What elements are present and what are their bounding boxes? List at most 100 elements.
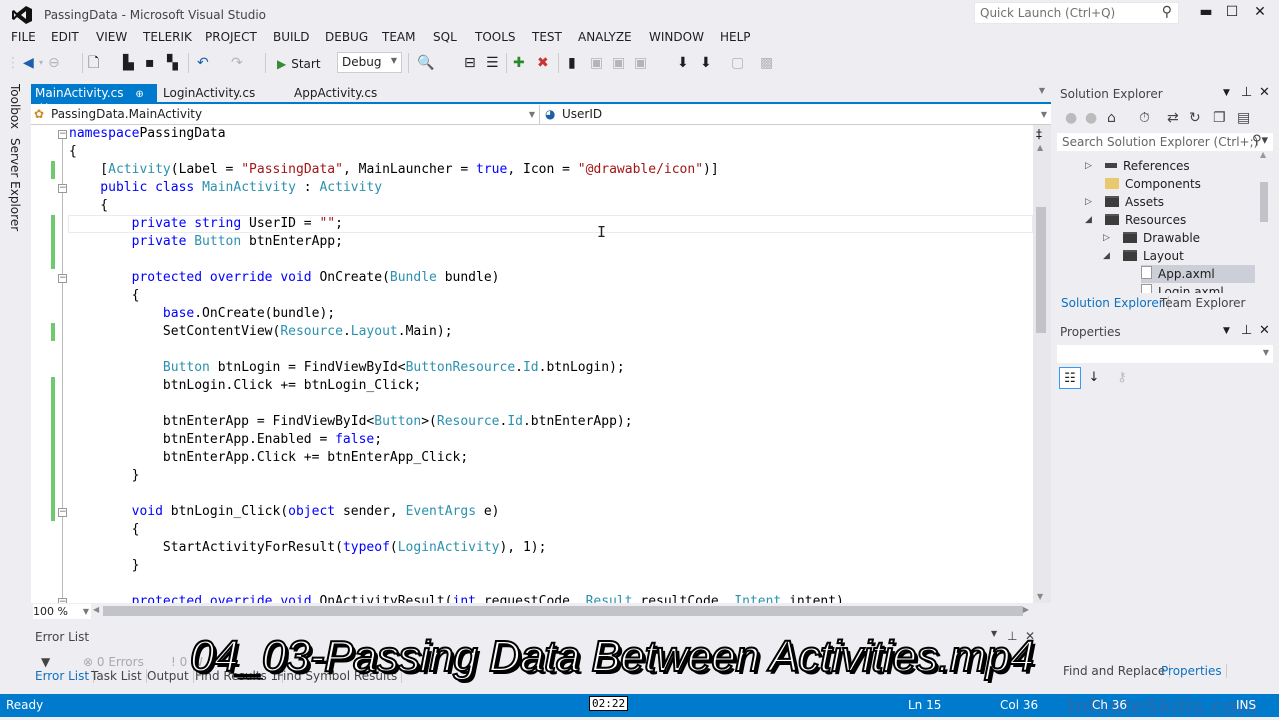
tab-overflow-icon[interactable]: ▼ <box>1039 86 1045 95</box>
code-line[interactable]: private Button btnEnterApp; <box>69 233 343 251</box>
navigate-back-icon[interactable]: ◀ <box>23 53 34 73</box>
property-pages-icon[interactable]: ⚷ <box>1111 367 1133 389</box>
device-icon[interactable]: ▢ <box>731 53 744 73</box>
menu-telerik[interactable]: TELERIK <box>143 30 192 44</box>
menu-help[interactable]: HELP <box>720 30 751 44</box>
code-line[interactable]: Button btnLogin = FindViewById<ButtonRes… <box>69 359 625 377</box>
tab-properties[interactable]: Properties <box>1157 664 1227 678</box>
tab-appactivity[interactable]: AppActivity.cs <box>290 84 381 104</box>
code-line[interactable]: { <box>69 143 77 161</box>
code-line[interactable]: SetContentView(Resource.Layout.Main); <box>69 323 453 341</box>
dropdown-arrow-icon[interactable]: ▾ <box>39 53 43 73</box>
start-debugging-button[interactable]: ▶ Start <box>277 54 321 74</box>
horizontal-scroll-thumb[interactable] <box>103 606 1023 616</box>
next-bookmark-icon[interactable]: ▣ <box>612 53 625 73</box>
step-into-icon[interactable]: ⊟ <box>464 53 476 73</box>
redo-icon[interactable]: ↷ <box>231 53 243 73</box>
code-line[interactable]: [Activity(Label = "PassingData", MainLau… <box>69 161 718 179</box>
code-line[interactable]: } <box>69 557 140 575</box>
code-line[interactable]: { <box>69 197 108 215</box>
tab-find-and-replace[interactable]: Find and Replace <box>1059 664 1171 678</box>
prev-bookmark-icon[interactable]: ▣ <box>590 53 603 73</box>
toolbox-tab[interactable]: Toolbox <box>8 84 22 129</box>
split-icon[interactable]: ‡ <box>1036 127 1042 141</box>
menu-sql[interactable]: SQL <box>433 30 457 44</box>
show-all-files-icon[interactable]: ▤ <box>1237 110 1250 126</box>
expand-icon[interactable]: ▷ <box>1085 193 1095 211</box>
tab-error-list[interactable]: Error List <box>31 669 95 683</box>
menu-debug[interactable]: DEBUG <box>325 30 368 44</box>
pin-icon[interactable]: ⊥ <box>1241 85 1252 100</box>
panel-menu-icon[interactable]: ▼ <box>1223 88 1230 98</box>
collapse-icon[interactable]: − <box>58 274 67 283</box>
collapse-icon[interactable]: ◢ <box>1085 211 1095 229</box>
back-icon[interactable]: ● <box>1065 110 1077 126</box>
home-icon[interactable]: ⌂ <box>1107 110 1116 126</box>
scroll-down-icon[interactable]: ▼ <box>1037 592 1043 601</box>
menu-view[interactable]: VIEW <box>96 30 127 44</box>
tab-team-explorer[interactable]: Team Explorer <box>1156 296 1250 310</box>
panel-menu-icon[interactable]: ▼ <box>1223 326 1230 336</box>
tab-loginactivity[interactable]: LoginActivity.cs <box>159 84 259 104</box>
minimize-button[interactable]: ▬ <box>1192 4 1220 24</box>
undo-icon[interactable]: ↶ <box>197 53 209 73</box>
forward-icon[interactable]: ● <box>1085 110 1097 126</box>
code-line[interactable]: btnEnterApp.Click += btnEnterApp_Click; <box>69 449 468 467</box>
scroll-thumb[interactable] <box>1260 182 1268 222</box>
errors-toggle[interactable]: ⊗ 0 Errors <box>83 655 144 669</box>
tab-output[interactable]: Output <box>143 669 194 683</box>
pin-icon[interactable]: ⊕ <box>135 89 143 100</box>
code-line[interactable]: btnEnterApp.Enabled = false; <box>69 431 382 449</box>
scroll-right-icon[interactable]: ▶ <box>1023 605 1029 614</box>
menu-test[interactable]: TEST <box>532 30 562 44</box>
object-select[interactable]: ▼ <box>1056 344 1274 364</box>
code-line[interactable]: } <box>69 467 140 485</box>
solution-configuration-select[interactable]: Debug ▼ <box>337 52 402 73</box>
member-dropdown[interactable]: ◕ UserID ▼ <box>542 105 1051 124</box>
zoom-select[interactable]: 100 % ▼ <box>33 604 91 619</box>
alphabetical-icon[interactable]: ↓ <box>1083 367 1105 389</box>
navigate-forward-icon[interactable]: ⊖ <box>48 53 60 73</box>
scroll-thumb[interactable] <box>1036 207 1046 333</box>
collapse-all-icon[interactable]: ❐ <box>1213 110 1226 126</box>
type-dropdown[interactable]: ✿ PassingData.MainActivity ▼ <box>31 105 540 124</box>
code-line[interactable]: btnLogin.Click += btnLogin_Click; <box>69 377 421 395</box>
menu-team[interactable]: TEAM <box>382 30 415 44</box>
pin-icon[interactable]: ⊥ <box>1241 323 1252 338</box>
collapse-icon[interactable]: − <box>58 130 67 139</box>
tree-item[interactable]: Login.axml <box>1141 283 1255 293</box>
tab-task-list[interactable]: Task List <box>87 669 147 683</box>
collapse-icon[interactable]: ◢ <box>1103 247 1113 265</box>
close-panel-icon[interactable]: ✕ <box>1259 85 1270 100</box>
pending-changes-icon[interactable]: ⏱ <box>1139 110 1150 126</box>
tab-solution-explorer[interactable]: Solution Explorer <box>1057 296 1169 310</box>
code-line[interactable]: btnEnterApp = FindViewById<Button>(Resou… <box>69 413 633 431</box>
code-line[interactable]: private string UserID = ""; <box>69 215 343 233</box>
solution-search-input[interactable]: Search Solution Explorer (Ctrl+;) ⚲▾ <box>1056 132 1274 152</box>
clear-bookmarks-icon[interactable]: ▣ <box>634 53 647 73</box>
editor-vertical-scrollbar[interactable]: ‡ ▲ ▼ <box>1033 125 1051 603</box>
code-line[interactable]: protected override void OnCreate(Bundle … <box>69 269 500 287</box>
collapse-icon[interactable]: − <box>58 508 67 517</box>
expand-icon[interactable]: ▷ <box>1103 229 1113 247</box>
code-editor[interactable]: − − − − − namespacePassingData{ [Activit… <box>31 125 1033 603</box>
code-line[interactable]: { <box>69 287 140 305</box>
menu-file[interactable]: FILE <box>11 30 36 44</box>
menu-window[interactable]: WINDOW <box>649 30 704 44</box>
menu-tools[interactable]: TOOLS <box>475 30 516 44</box>
menu-edit[interactable]: EDIT <box>51 30 79 44</box>
tab-mainactivity[interactable]: MainActivity.cs ⊕ ✕ <box>31 84 157 114</box>
open-file-icon[interactable]: ▙ <box>123 53 134 73</box>
tree-item[interactable]: ▷ Drawable <box>1103 229 1255 247</box>
code-line[interactable]: public class MainActivity : Activity <box>69 179 382 197</box>
maximize-button[interactable]: ☐ <box>1218 4 1246 24</box>
remove-comment-icon[interactable]: ✖ <box>537 53 549 73</box>
code-line[interactable]: base.OnCreate(bundle); <box>69 305 335 323</box>
deploy-all-icon[interactable]: ⬇ <box>700 53 712 73</box>
refresh-icon[interactable]: ↻ <box>1189 110 1201 126</box>
code-line[interactable]: void btnLogin_Click(object sender, Event… <box>69 503 500 521</box>
collapse-icon[interactable]: − <box>58 184 67 193</box>
tree-item[interactable]: App.axml <box>1141 265 1255 283</box>
menu-analyze[interactable]: ANALYZE <box>578 30 632 44</box>
menu-project[interactable]: PROJECT <box>205 30 257 44</box>
